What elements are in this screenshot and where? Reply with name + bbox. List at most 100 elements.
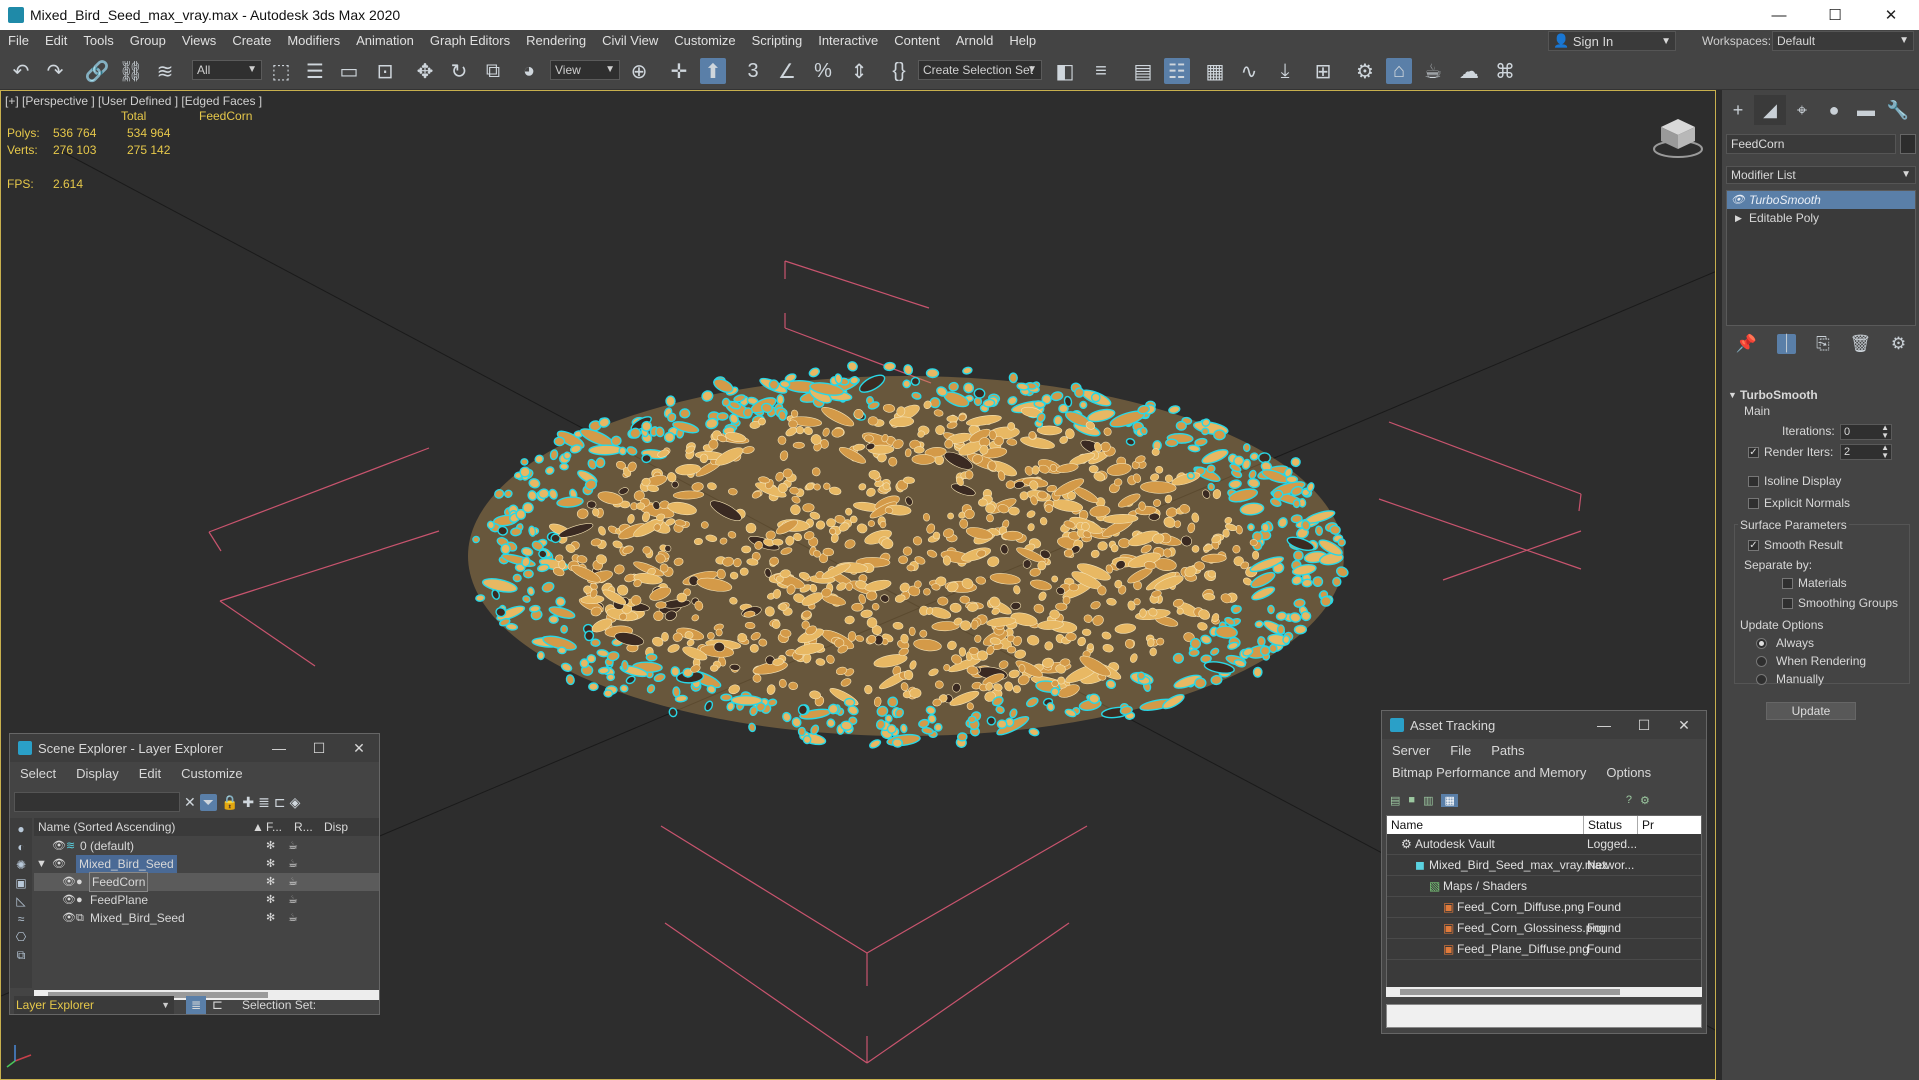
tree-row[interactable]: 👁 ● FeedCorn ✻ ☕	[34, 872, 379, 892]
dope-sheet-icon[interactable]: ⤓	[1272, 58, 1298, 84]
expand-arrow-icon[interactable]: ▶	[1735, 209, 1742, 227]
refresh-icon[interactable]: ▤	[1390, 794, 1400, 807]
selection-filter-select[interactable]: All ▼	[192, 60, 262, 80]
menu-paths[interactable]: Paths	[1481, 743, 1534, 758]
menu-file[interactable]: File	[0, 30, 37, 52]
eye-icon[interactable]: 👁	[62, 909, 76, 927]
explicit-normals-checkbox[interactable]	[1748, 498, 1759, 509]
edit-named-selection-icon[interactable]: {}	[886, 58, 912, 84]
utilities-tab-icon[interactable]: 🔧	[1882, 95, 1914, 125]
snaps-toggle-icon[interactable]: 3	[740, 58, 766, 84]
freeze-icon[interactable]: ✻	[266, 909, 275, 927]
layer-manager-icon[interactable]: ▤	[1130, 58, 1156, 84]
window-crossing-icon[interactable]: ⊡	[372, 58, 398, 84]
menu-tools[interactable]: Tools	[75, 30, 121, 52]
tree-row[interactable]: 👁 ⧉ Mixed_Bird_Seed ✻ ☕	[34, 909, 379, 927]
menu-arnold[interactable]: Arnold	[948, 30, 1002, 52]
menu-customize[interactable]: Customize	[666, 30, 743, 52]
table-view-icon[interactable]: ▥	[1423, 794, 1433, 807]
always-radio[interactable]	[1756, 638, 1767, 649]
unlink-icon[interactable]: ⛓	[118, 58, 144, 84]
eye-icon[interactable]: 👁	[62, 891, 76, 909]
display-cameras-icon[interactable]: ▣	[15, 876, 26, 890]
help-icon[interactable]: ?	[1626, 794, 1632, 806]
turbosmooth-rollout-header[interactable]: ▼ TurboSmooth	[1726, 386, 1916, 404]
renderable-icon[interactable]: ☕	[288, 837, 298, 855]
select-by-name-icon[interactable]: ☰	[302, 58, 328, 84]
close-button[interactable]: ✕	[1863, 0, 1919, 30]
menu-bitmap-performance[interactable]: Bitmap Performance and Memory	[1382, 765, 1596, 780]
maximize-button[interactable]: ☐	[1624, 711, 1664, 739]
hierarchy-toggle-icon[interactable]: ⊏	[212, 996, 223, 1014]
collapse-arrow-icon[interactable]: ▼	[36, 855, 47, 873]
select-move-icon[interactable]: ✥	[412, 58, 438, 84]
display-spacewarps-icon[interactable]: ≈	[18, 912, 25, 926]
renderable-icon[interactable]: ☕	[288, 909, 298, 927]
smooth-result-checkbox[interactable]: ✓	[1748, 540, 1759, 551]
tree-row[interactable]: 👁 ≋ 0 (default) ✻ ☕	[34, 837, 379, 855]
spinner-arrows-icon[interactable]: ▲ ▼	[1881, 424, 1889, 440]
smoothing-groups-checkbox[interactable]	[1782, 598, 1793, 609]
eye-icon[interactable]: 👁	[1731, 191, 1745, 209]
menu-file[interactable]: File	[1440, 743, 1481, 758]
freeze-icon[interactable]: ✻	[266, 873, 275, 891]
minimize-button[interactable]: —	[1584, 711, 1624, 739]
render-iters-checkbox[interactable]: ✓	[1748, 447, 1759, 458]
minimize-button[interactable]: —	[1751, 0, 1807, 30]
display-helpers-icon[interactable]: ◺	[16, 894, 25, 908]
modifier-stack-item[interactable]: ▶ Editable Poly	[1727, 209, 1915, 227]
menu-rendering[interactable]: Rendering	[518, 30, 594, 52]
display-geometry-icon[interactable]: ●	[17, 822, 24, 836]
pivot-center-icon[interactable]: ⊕	[626, 58, 652, 84]
modifier-stack-item[interactable]: 👁 TurboSmooth	[1727, 191, 1915, 209]
display-lights-icon[interactable]: ✺	[16, 858, 26, 872]
select-rotate-icon[interactable]: ↻	[446, 58, 472, 84]
close-button[interactable]: ✕	[339, 734, 379, 762]
curve-editor-icon[interactable]: ∿	[1236, 58, 1262, 84]
menu-customize[interactable]: Customize	[171, 766, 252, 781]
asset-row[interactable]: ⚙ Autodesk Vault Logged...	[1387, 834, 1701, 855]
keyboard-shortcut-override-icon[interactable]: ⬆	[700, 58, 726, 84]
tree-row[interactable]: ▼ 👁 Mixed_Bird_Seed ✻ ☕	[34, 855, 379, 873]
menu-server[interactable]: Server	[1382, 743, 1440, 758]
menu-animation[interactable]: Animation	[348, 30, 422, 52]
menu-modifiers[interactable]: Modifiers	[279, 30, 348, 52]
menu-help[interactable]: Help	[1001, 30, 1044, 52]
freeze-icon[interactable]: ✻	[266, 891, 275, 909]
eye-icon[interactable]: 👁	[62, 873, 76, 891]
spinner-arrows-icon[interactable]: ▲ ▼	[1881, 444, 1889, 460]
render-setup-icon[interactable]: ⌂	[1386, 58, 1412, 84]
scrollbar-thumb[interactable]	[1400, 989, 1620, 995]
maximize-button[interactable]: ☐	[299, 734, 339, 762]
layers-toggle-icon[interactable]: ≣	[186, 996, 206, 1014]
renderable-icon[interactable]: ☕	[288, 855, 298, 873]
scene-explorer-titlebar[interactable]: Scene Explorer - Layer Explorer — ☐ ✕	[10, 734, 379, 762]
percent-snap-icon[interactable]: %	[810, 58, 836, 84]
layer-stack-icon[interactable]: ◈	[290, 794, 301, 811]
hierarchy-icon[interactable]: ⊏	[274, 794, 286, 811]
tree-row[interactable]: 👁 ● FeedPlane ✻ ☕	[34, 891, 379, 909]
menu-scripting[interactable]: Scripting	[744, 30, 811, 52]
asset-row[interactable]: ▣ Feed_Corn_Glossiness.png Found	[1387, 918, 1701, 939]
asset-row[interactable]: ▣ Feed_Corn_Diffuse.png Found	[1387, 897, 1701, 918]
eye-icon[interactable]: 👁	[52, 837, 66, 855]
undo-icon[interactable]: ↶	[8, 58, 34, 84]
asset-tracking-titlebar[interactable]: Asset Tracking — ☐ ✕	[1382, 711, 1706, 739]
display-shapes-icon[interactable]: ◐	[17, 840, 24, 854]
modifier-list-select[interactable]: Modifier List ▼	[1726, 166, 1916, 184]
menu-create[interactable]: Create	[224, 30, 279, 52]
close-button[interactable]: ✕	[1664, 711, 1704, 739]
remove-modifier-icon[interactable]: 🗑	[1850, 334, 1872, 354]
column-extra[interactable]: Pr	[1637, 816, 1654, 834]
asset-row[interactable]: ◼ Mixed_Bird_Seed_max_vray.max Networ...	[1387, 855, 1701, 876]
bind-space-warp-icon[interactable]: ≋	[152, 58, 178, 84]
new-layer-icon[interactable]: ✚	[242, 794, 254, 811]
layers-icon[interactable]: ≣	[258, 794, 270, 811]
modify-tab-icon[interactable]: ◢	[1754, 95, 1786, 125]
column-name[interactable]: Name	[1391, 816, 1423, 834]
asset-row[interactable]: ▣ Feed_Plane_Diffuse.png Found	[1387, 939, 1701, 960]
menu-interactive[interactable]: Interactive	[810, 30, 886, 52]
viewport-label[interactable]: [+] [Perspective ] [User Defined ] [Edge…	[5, 94, 262, 108]
explorer-type-select[interactable]: Layer Explorer ▼	[14, 996, 174, 1014]
asset-row[interactable]: ▧ Maps / Shaders	[1387, 876, 1701, 897]
